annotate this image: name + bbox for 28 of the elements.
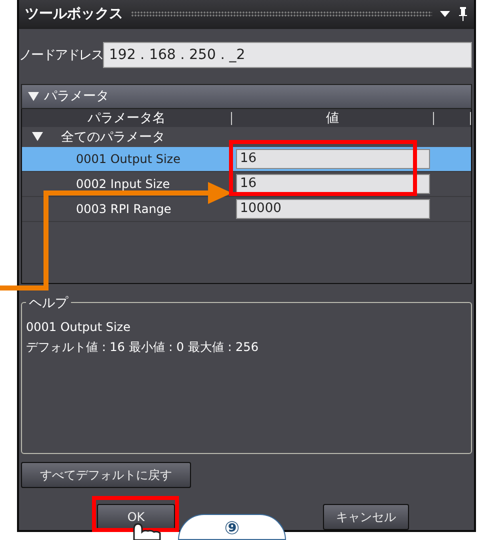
- tree-triangle-icon[interactable]: [32, 132, 43, 141]
- tree-group-label[interactable]: 全てのパラメータ: [61, 128, 165, 146]
- step-callout: ⑨: [178, 514, 286, 540]
- value-field[interactable]: 16: [236, 174, 430, 194]
- help-text: 0001 Output Size: [26, 318, 132, 336]
- window-title: ツールボックス: [25, 5, 123, 24]
- value-field[interactable]: 10000: [236, 198, 430, 218]
- help-title: ヘルプ: [26, 294, 71, 312]
- parameter-row[interactable]: 0003 RPI Range 10000: [22, 196, 471, 222]
- parameter-row[interactable]: 0002 Input Size 16: [22, 172, 471, 196]
- section-title: パラメータ: [44, 88, 109, 105]
- column-header[interactable]: 値: [232, 112, 434, 124]
- ok-button[interactable]: OK: [97, 504, 175, 530]
- help-text: デフォルト値 : 16 最小値 : 0 最大値 : 256: [26, 338, 260, 356]
- reset-defaults-button[interactable]: すべてデフォルトに戻す: [21, 462, 191, 488]
- cancel-button[interactable]: キャンセル: [323, 504, 409, 530]
- parameter-name: 0001 Output Size: [75, 152, 182, 166]
- value-field[interactable]: 16: [236, 148, 430, 168]
- node-address-label: ノードアドレス: [19, 47, 103, 64]
- dropdown-icon[interactable]: [440, 11, 450, 18]
- pin-icon[interactable]: [458, 7, 468, 22]
- parameter-section-header[interactable]: パラメータ: [21, 84, 472, 108]
- parameter-name: 0003 RPI Range: [75, 202, 172, 216]
- collapse-triangle-icon[interactable]: [28, 92, 39, 100]
- node-address-field[interactable]: 192 . 168 . 250 . _2: [103, 42, 472, 68]
- parameter-row[interactable]: 0001 Output Size 16: [22, 146, 471, 172]
- parameter-name: 0002 Input Size: [75, 176, 171, 190]
- column-header[interactable]: パラメータ名: [22, 112, 232, 124]
